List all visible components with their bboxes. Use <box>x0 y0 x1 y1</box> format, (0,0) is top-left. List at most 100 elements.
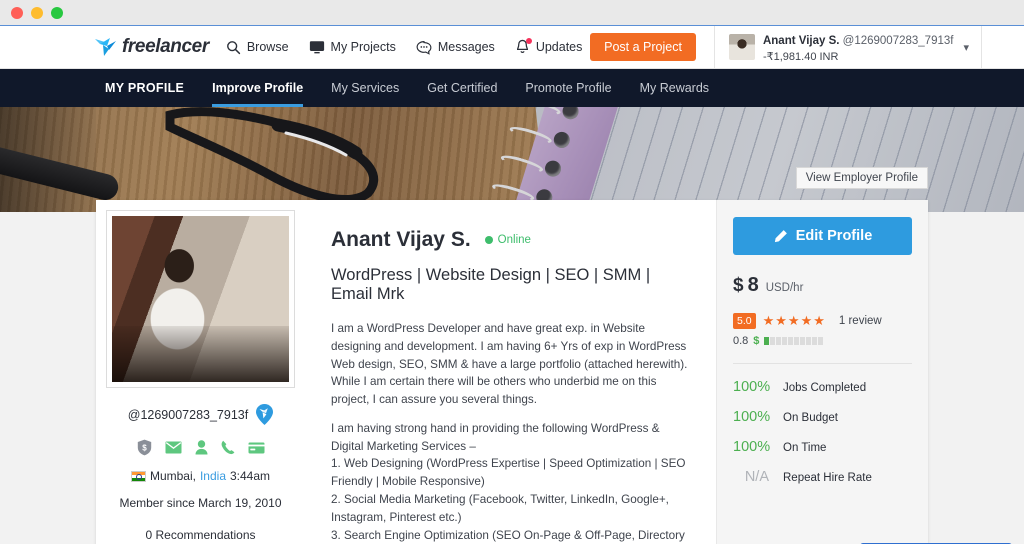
subnav-my-profile[interactable]: MY PROFILE <box>91 69 198 107</box>
nav-updates[interactable]: Updates <box>515 38 583 55</box>
logo-text: freelancer <box>122 36 209 57</box>
subnav-item-my-services[interactable]: My Services <box>317 69 413 107</box>
phone-icon[interactable] <box>221 440 235 455</box>
bio-paragraph-1: I am a WordPress Developer and have grea… <box>331 322 688 407</box>
post-a-project-button[interactable]: Post a Project <box>590 33 696 61</box>
updates-notification-dot <box>525 38 532 44</box>
stat-on-time-value: 100% <box>733 439 771 456</box>
stat-jobs-completed-label: Jobs Completed <box>783 382 867 395</box>
bio-paragraph-2: I am having strong hand in providing the… <box>331 421 686 542</box>
window-titlebar <box>0 0 1024 26</box>
window-zoom-button[interactable] <box>51 6 63 19</box>
nav-my-projects-label: My Projects <box>330 40 396 54</box>
profile-icon[interactable] <box>195 440 208 455</box>
profile-tagline: WordPress | Website Design | SEO | SMM |… <box>331 266 651 303</box>
stat-repeat-hire-rate-value: N/A <box>744 469 769 486</box>
status-badge-label: Online <box>497 234 531 246</box>
header-nav: Browse My Projects Messages Updates <box>226 38 583 55</box>
stat-on-budget-value: 100% <box>733 409 771 426</box>
window-minimize-button[interactable] <box>31 6 43 19</box>
profile-cover-banner <box>0 107 1024 212</box>
header-right: Post a Project Anant Vijay S. @126900728… <box>590 26 1024 68</box>
freelancer-logo[interactable]: freelancer <box>94 36 209 58</box>
email-icon[interactable] <box>165 441 182 454</box>
profile-photo-frame[interactable] <box>106 210 295 388</box>
recommendations-count[interactable]: 0 Recommendations <box>106 528 295 542</box>
earnings-value: 0.8 <box>733 335 749 348</box>
profile-bio: I am a WordPress Developer and have grea… <box>331 320 694 544</box>
profile-page-body: View Employer Profile @1269007283_7913f … <box>0 167 1024 544</box>
nav-browse[interactable]: Browse <box>226 40 289 55</box>
profile-main-column: Anant Vijay S. Online WordPress | Websit… <box>305 200 716 544</box>
freelancer-verified-badge <box>256 404 274 425</box>
nav-browse-label: Browse <box>246 40 289 54</box>
user-handle: @1269007283_7913f <box>842 34 954 47</box>
page-title: Anant Vijay S. <box>331 228 471 251</box>
earnings-dollar-icon: $ <box>753 335 760 348</box>
profile-name-row: Anant Vijay S. Online <box>331 228 694 252</box>
window-close-button[interactable] <box>11 6 23 19</box>
svg-text:$: $ <box>142 443 147 452</box>
profile-subnav: MY PROFILE Improve Profile My Services G… <box>0 69 1024 107</box>
star-rating-icon: ★★★★★ <box>762 313 826 329</box>
user-balance: -₹1,981.40 INR <box>762 51 839 64</box>
sidebar-divider <box>733 363 912 365</box>
pencil-icon <box>774 229 787 242</box>
reviews-count[interactable]: 1 review <box>839 315 882 327</box>
stat-repeat-hire-rate-label: Repeat Hire Rate <box>783 472 872 485</box>
profile-handle: @1269007283_7913f <box>127 407 249 422</box>
rate-currency-symbol: $ <box>733 275 744 296</box>
avatar <box>728 34 755 60</box>
bell-icon-wrap <box>515 38 532 55</box>
profile-card: View Employer Profile @1269007283_7913f … <box>96 167 928 544</box>
stat-on-budget-label: On Budget <box>783 412 838 425</box>
stat-on-budget: 100% On Budget <box>733 409 912 425</box>
user-menu[interactable]: Anant Vijay S. @1269007283_7913f -₹1,981… <box>713 26 982 68</box>
status-badge: Online <box>484 234 531 246</box>
view-employer-profile-link[interactable]: View Employer Profile <box>795 167 928 189</box>
verification-badges: $ <box>106 439 295 456</box>
rating-score-badge: 5.0 <box>733 313 756 330</box>
edit-profile-label: Edit Profile <box>795 228 873 244</box>
profile-city: Mumbai, <box>149 469 196 483</box>
user-name: Anant Vijay S. <box>762 34 840 47</box>
location-row: Mumbai, India 3:44am <box>106 469 295 483</box>
profile-handle-row: @1269007283_7913f <box>106 404 295 425</box>
nav-messages[interactable]: Messages <box>416 40 495 55</box>
rate-unit: USD/hr <box>765 282 804 294</box>
stat-jobs-completed: 100% Jobs Completed <box>733 379 912 395</box>
profile-sidebar: Edit Profile $ 8 USD/hr 5.0 ★★★★★ 1 revi… <box>716 200 928 544</box>
earnings-level-bar <box>764 337 824 346</box>
profile-stats: 100% Jobs Completed 100% On Budget 100% … <box>733 379 912 485</box>
user-info: Anant Vijay S. @1269007283_7913f -₹1,981… <box>763 29 954 65</box>
rating-row: 5.0 ★★★★★ 1 review <box>733 313 912 330</box>
edit-profile-button[interactable]: Edit Profile <box>733 217 912 255</box>
profile-photo <box>112 216 289 382</box>
nav-my-projects[interactable]: My Projects <box>309 40 396 55</box>
nav-updates-label: Updates <box>535 40 583 54</box>
payment-shield-icon[interactable]: $ <box>137 439 152 456</box>
hourly-rate: $ 8 USD/hr <box>733 274 912 297</box>
subnav-item-promote-profile[interactable]: Promote Profile <box>511 69 625 107</box>
subnav-item-my-rewards[interactable]: My Rewards <box>626 69 723 107</box>
stat-repeat-hire-rate: N/A Repeat Hire Rate <box>733 469 912 485</box>
subnav-item-get-certified[interactable]: Get Certified <box>413 69 511 107</box>
chevron-down-icon[interactable]: ▾ <box>963 41 969 54</box>
site-header: freelancer Browse My Projects Messages U… <box>0 26 1024 69</box>
profile-left-column: @1269007283_7913f $ Mumbai, India 3:44am… <box>96 200 305 544</box>
stat-on-time-label: On Time <box>783 442 827 455</box>
payment-card-icon[interactable] <box>248 442 265 454</box>
india-flag-icon <box>130 470 146 482</box>
member-since: Member since March 19, 2010 <box>119 496 282 510</box>
profile-country[interactable]: India <box>200 469 226 483</box>
earnings-row: 0.8 $ <box>733 335 912 347</box>
rate-value: 8 <box>747 274 759 296</box>
header-right-pad <box>982 26 1024 68</box>
monitor-icon <box>309 40 324 53</box>
stat-jobs-completed-value: 100% <box>733 379 771 396</box>
cover-glasses-object <box>165 107 379 204</box>
online-dot-icon <box>484 236 493 244</box>
chat-bubble-icon <box>416 40 432 55</box>
subnav-item-improve-profile[interactable]: Improve Profile <box>198 69 317 107</box>
nav-messages-label: Messages <box>437 40 495 54</box>
